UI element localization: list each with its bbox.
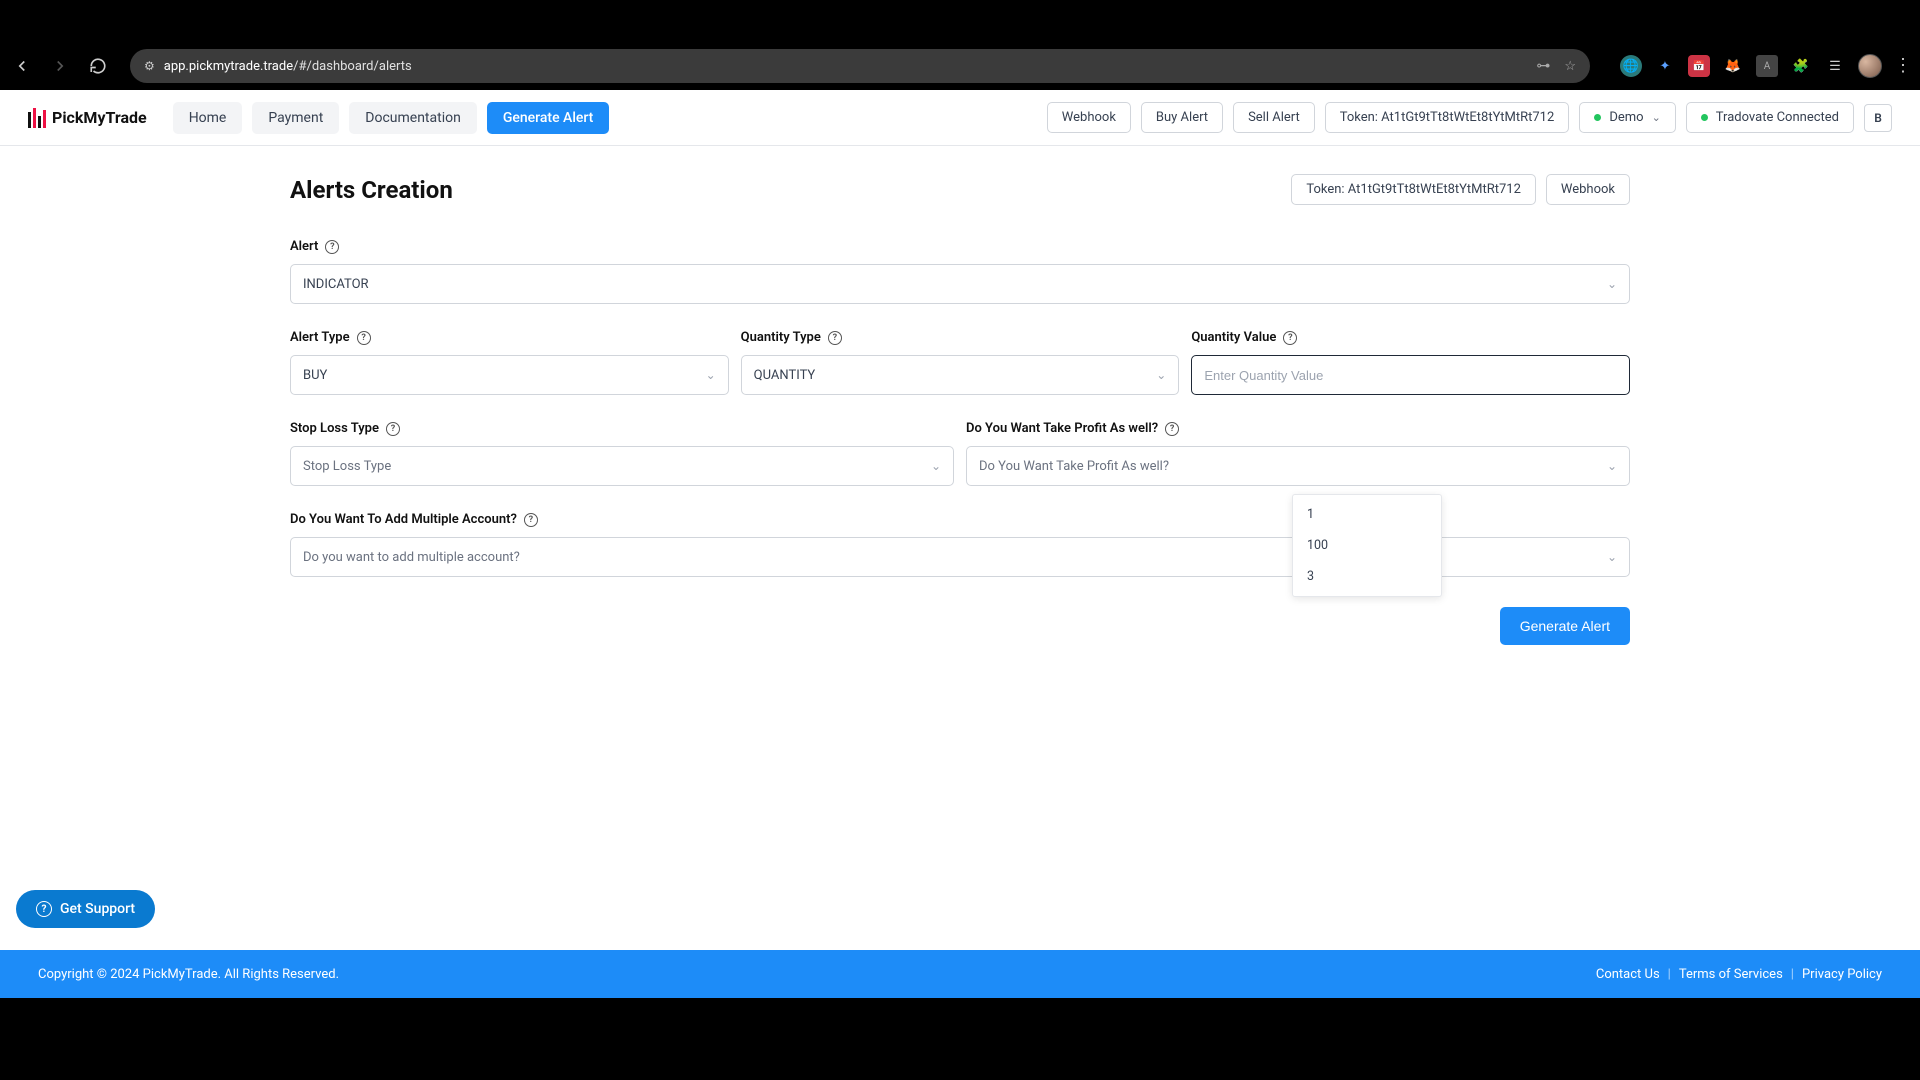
help-icon[interactable]: ? bbox=[357, 331, 371, 345]
extensions-puzzle-icon[interactable]: 🧩 bbox=[1790, 55, 1812, 77]
extension-icon[interactable]: 📅 bbox=[1688, 55, 1710, 77]
alert-type-value: BUY bbox=[303, 368, 327, 383]
sell-alert-button[interactable]: Sell Alert bbox=[1233, 102, 1315, 133]
help-icon[interactable]: ? bbox=[524, 513, 538, 527]
autocomplete-option[interactable]: 1 bbox=[1293, 499, 1441, 530]
nav-home[interactable]: Home bbox=[173, 102, 243, 134]
extension-icon[interactable]: 🦊 bbox=[1722, 55, 1744, 77]
take-profit-select[interactable]: Do You Want Take Profit As well? ⌄ bbox=[966, 446, 1630, 486]
chevron-down-icon: ⌄ bbox=[706, 368, 716, 382]
footer-privacy-link[interactable]: Privacy Policy bbox=[1802, 967, 1882, 982]
help-icon[interactable]: ? bbox=[1283, 331, 1297, 345]
reload-button[interactable] bbox=[84, 52, 112, 80]
extension-icon[interactable]: ✦ bbox=[1654, 55, 1676, 77]
browser-toolbar: ⚙ app.pickmytrade.trade/#/dashboard/aler… bbox=[0, 42, 1920, 90]
extension-icon[interactable]: A bbox=[1756, 55, 1778, 77]
quantity-value-input[interactable] bbox=[1204, 368, 1617, 383]
quantity-type-value: QUANTITY bbox=[754, 368, 816, 383]
password-key-icon[interactable]: ⊶ bbox=[1536, 58, 1550, 74]
multiple-account-value: Do you want to add multiple account? bbox=[303, 550, 520, 565]
connection-status-label: Tradovate Connected bbox=[1716, 110, 1839, 125]
alert-select[interactable]: INDICATOR ⌄ bbox=[290, 264, 1630, 304]
connection-status-chip[interactable]: Tradovate Connected bbox=[1686, 102, 1854, 133]
stop-loss-type-label: Stop Loss Type ? bbox=[290, 421, 954, 436]
profile-avatar[interactable] bbox=[1858, 54, 1882, 78]
app-header: PickMyTrade Home Payment Documentation G… bbox=[0, 90, 1920, 146]
help-icon[interactable]: ? bbox=[1165, 422, 1179, 436]
token-chip-secondary[interactable]: Token: At1tGt9tTt8tWtEt8tYtMtRt712 bbox=[1291, 174, 1536, 205]
buy-alert-button[interactable]: Buy Alert bbox=[1141, 102, 1223, 133]
question-icon: ? bbox=[36, 901, 52, 917]
alert-label: Alert ? bbox=[290, 239, 1630, 254]
quantity-value-input-wrapper[interactable] bbox=[1191, 355, 1630, 395]
stop-loss-type-select[interactable]: Stop Loss Type ⌄ bbox=[290, 446, 954, 486]
autocomplete-option[interactable]: 100 bbox=[1293, 530, 1441, 561]
user-avatar[interactable]: B bbox=[1864, 104, 1892, 132]
quantity-autocomplete-dropdown: 1 100 3 bbox=[1292, 494, 1442, 597]
url-text: app.pickmytrade.trade/#/dashboard/alerts bbox=[164, 59, 412, 74]
site-settings-icon[interactable]: ⚙ bbox=[144, 59, 154, 73]
account-mode-label: Demo bbox=[1609, 110, 1643, 125]
browser-menu-icon[interactable]: ⋮ bbox=[1894, 57, 1912, 75]
logo[interactable]: PickMyTrade bbox=[28, 108, 147, 128]
page-footer: Copyright © 2024 PickMyTrade. All Rights… bbox=[0, 950, 1920, 998]
status-dot-icon bbox=[1701, 114, 1708, 121]
quantity-value-label: Quantity Value ? bbox=[1191, 330, 1630, 345]
autocomplete-option[interactable]: 3 bbox=[1293, 561, 1441, 592]
generate-alert-button[interactable]: Generate Alert bbox=[1500, 607, 1630, 645]
nav-payment[interactable]: Payment bbox=[252, 102, 339, 134]
chevron-down-icon: ⌄ bbox=[1607, 459, 1617, 473]
alert-select-value: INDICATOR bbox=[303, 277, 369, 292]
footer-contact-link[interactable]: Contact Us bbox=[1596, 967, 1660, 982]
alert-type-select[interactable]: BUY ⌄ bbox=[290, 355, 729, 395]
get-support-button[interactable]: ? Get Support bbox=[16, 890, 155, 928]
get-support-label: Get Support bbox=[60, 901, 135, 917]
quantity-type-select[interactable]: QUANTITY ⌄ bbox=[741, 355, 1180, 395]
copyright-text: Copyright © 2024 PickMyTrade. All Rights… bbox=[38, 967, 339, 982]
status-dot-icon bbox=[1594, 114, 1601, 121]
chevron-down-icon: ⌄ bbox=[1156, 368, 1166, 382]
webhook-chip-secondary[interactable]: Webhook bbox=[1546, 174, 1630, 205]
stop-loss-type-value: Stop Loss Type bbox=[303, 459, 391, 474]
footer-terms-link[interactable]: Terms of Services bbox=[1679, 967, 1783, 982]
chevron-down-icon: ⌄ bbox=[1607, 277, 1617, 291]
nav-documentation[interactable]: Documentation bbox=[349, 102, 477, 134]
webhook-button[interactable]: Webhook bbox=[1047, 102, 1131, 133]
address-bar[interactable]: ⚙ app.pickmytrade.trade/#/dashboard/aler… bbox=[130, 49, 1590, 83]
chevron-down-icon: ⌄ bbox=[1652, 111, 1661, 124]
take-profit-label: Do You Want Take Profit As well? ? bbox=[966, 421, 1630, 436]
chevron-down-icon: ⌄ bbox=[1607, 550, 1617, 564]
back-button[interactable] bbox=[8, 52, 36, 80]
nav-generate-alert[interactable]: Generate Alert bbox=[487, 102, 610, 134]
chevron-down-icon: ⌄ bbox=[931, 459, 941, 473]
page-title: Alerts Creation bbox=[290, 176, 453, 204]
reading-list-icon[interactable]: ☰ bbox=[1824, 55, 1846, 77]
account-mode-select[interactable]: Demo ⌄ bbox=[1579, 102, 1675, 133]
logo-icon bbox=[28, 108, 46, 128]
token-chip[interactable]: Token: At1tGt9tTt8tWtEt8tYtMtRt712 bbox=[1325, 102, 1570, 133]
forward-button[interactable] bbox=[46, 52, 74, 80]
alert-type-label: Alert Type ? bbox=[290, 330, 729, 345]
extension-icon[interactable]: 🌐 bbox=[1620, 55, 1642, 77]
help-icon[interactable]: ? bbox=[386, 422, 400, 436]
take-profit-value: Do You Want Take Profit As well? bbox=[979, 459, 1169, 474]
bookmark-star-icon[interactable]: ☆ bbox=[1564, 59, 1576, 74]
help-icon[interactable]: ? bbox=[828, 331, 842, 345]
quantity-type-label: Quantity Type ? bbox=[741, 330, 1180, 345]
logo-text: PickMyTrade bbox=[52, 108, 147, 127]
help-icon[interactable]: ? bbox=[325, 240, 339, 254]
